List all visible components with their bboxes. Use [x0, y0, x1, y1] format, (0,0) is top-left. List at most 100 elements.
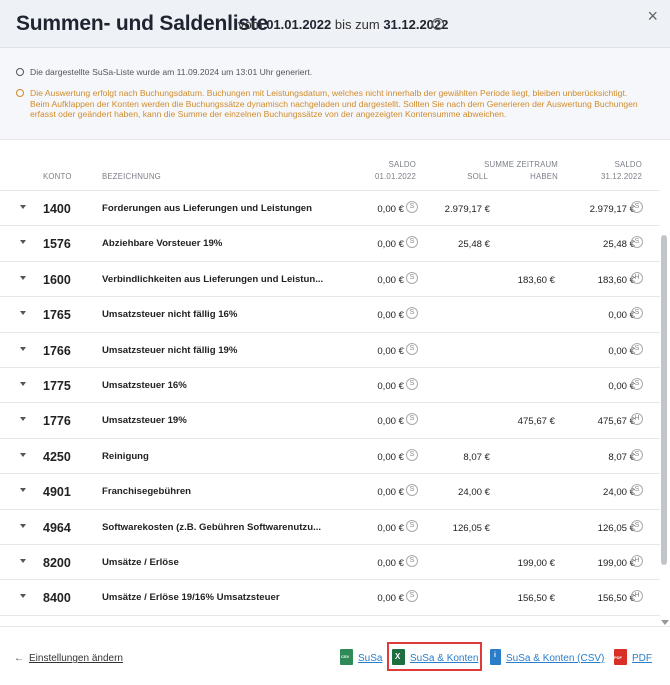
chevron-down-icon[interactable] [20, 381, 26, 386]
chevron-down-icon[interactable] [20, 594, 26, 599]
saldo-end: 199,00 € [597, 557, 635, 569]
saldo-start-badge: S [406, 590, 418, 603]
info-icon [16, 89, 24, 97]
chevron-down-icon[interactable] [20, 311, 26, 316]
table-row[interactable]: 1775 Umsatzsteuer 16% 0,00 € S 0,00 € S [0, 368, 660, 404]
account-number: 8200 [43, 555, 71, 570]
table-row[interactable]: 1576 Abziehbare Vorsteuer 19% 0,00 € S 25,48… [0, 226, 660, 262]
saldo-end-badge: S [631, 307, 643, 320]
export-susa-button[interactable]: SuSa [340, 649, 382, 665]
account-name: Franchisegebühren [102, 486, 192, 498]
saldo-start-badge: S [406, 448, 418, 461]
saldo-start: 0,00 € [377, 557, 404, 569]
col-konto: KONTO [43, 172, 72, 181]
account-number: 1576 [43, 237, 71, 252]
saldo-start-badge: S [406, 236, 418, 249]
account-name: Umsatzsteuer 16% [102, 379, 187, 391]
saldo-start-badge: S [406, 413, 418, 426]
saldo-start: 0,00 € [377, 416, 404, 428]
chevron-down-icon[interactable] [20, 205, 26, 209]
saldo-start-badge: S [406, 342, 418, 355]
saldo-start-badge: S [406, 307, 418, 320]
col-soll: SOLL [467, 172, 488, 181]
saldo-start: 0,00 € [377, 239, 404, 251]
chevron-down-icon[interactable] [20, 346, 26, 351]
info-panel: Die dargestellte SuSa-Liste wurde am 11.… [0, 48, 670, 140]
change-settings-link[interactable]: ← Einstellungen ändern [14, 653, 123, 664]
chevron-down-icon[interactable] [20, 523, 26, 528]
pdf-file-icon [614, 649, 627, 665]
account-number: 1775 [43, 378, 71, 393]
col-saldo-start-bottom: 01.01.2022 [374, 172, 416, 181]
account-name: Abziehbare Vorsteuer 19% [102, 238, 223, 250]
table-row[interactable]: 1600 Verbindlichkeiten aus Lieferungen un… [0, 262, 660, 298]
export-susa-konten-csv-button[interactable]: SuSa & Konten (CSV) [490, 649, 604, 665]
table-row[interactable]: 8200 Umsätze / Erlöse 0,00 € S 199,00 € 199,0… [0, 545, 660, 581]
saldo-end: 156,50 € [597, 593, 635, 605]
account-name: Umsatzsteuer 19% [102, 415, 187, 427]
saldo-start: 0,00 € [377, 380, 404, 392]
chevron-down-icon[interactable] [20, 488, 26, 493]
export-susa-konten-csv-label: SuSa & Konten (CSV) [506, 653, 605, 664]
account-number: 1400 [43, 202, 71, 216]
account-name: Verbindlichkeiten aus Lieferungen und Le… [102, 273, 324, 285]
generated-note: Die dargestellte SuSa-Liste wurde am 11.… [16, 67, 312, 78]
soll-value: 2.979,17 € [444, 204, 490, 215]
saldo-end-badge: S [631, 342, 643, 355]
close-icon[interactable]: × [647, 6, 658, 27]
account-name: Reinigung [102, 450, 149, 462]
export-susa-konten-label: SuSa & Konten [410, 653, 479, 664]
scroll-thumb[interactable] [661, 235, 667, 565]
account-number: 4901 [43, 485, 71, 500]
generated-text: Die dargestellte SuSa-Liste wurde am 11.… [30, 67, 313, 77]
saldo-start-badge: S [406, 271, 418, 284]
scroll-down-icon[interactable] [661, 620, 669, 625]
clock-icon [16, 68, 24, 76]
account-name: Umsätze / Erlöse 19/16% Umsatzsteuer [102, 592, 280, 604]
col-saldo-end-top: SALDO [614, 160, 642, 169]
dialog-footer: ← Einstellungen ändern SuSa SuSa & Konten… [0, 626, 670, 685]
account-name: Softwarekosten (z.B. Gebühren Softwarenu… [102, 521, 322, 533]
account-number: 1765 [43, 308, 71, 323]
csv-file-icon [340, 649, 353, 665]
saldo-end: 2.979,17 € [589, 204, 635, 215]
saldo-start-badge: S [406, 484, 418, 497]
export-pdf-button[interactable]: PDF [614, 649, 652, 665]
table-row[interactable]: 4964 Softwarekosten (z.B. Gebühren Softwa… [0, 510, 660, 545]
export-susa-label: SuSa [358, 653, 383, 664]
account-name: Umsatzsteuer nicht fällig 16% [102, 309, 238, 321]
account-number: 1766 [43, 343, 71, 358]
table-row[interactable]: 1765 Umsatzsteuer nicht fällig 16% 0,00 € S… [0, 297, 660, 333]
export-susa-konten-button[interactable]: SuSa & Konten [392, 649, 478, 665]
saldo-end: 183,60 € [597, 274, 635, 286]
account-number: 4964 [43, 520, 71, 535]
table-header: KONTO BEZEICHNUNG SALDO 01.01.2022 SUMME… [0, 155, 660, 187]
saldo-end-badge: S [631, 201, 643, 213]
saldo-end-badge: S [631, 236, 643, 249]
table-row[interactable]: 1766 Umsatzsteuer nicht fällig 19% 0,00 € S… [0, 333, 660, 368]
saldo-start-badge: S [406, 201, 418, 213]
table-row[interactable]: 8400 Umsätze / Erlöse 19/16% Umsatzsteuer… [0, 580, 660, 616]
table-row[interactable]: 4901 Franchisegebühren 0,00 € S 24,00 €24,00… [0, 474, 660, 510]
saldo-start: 0,00 € [377, 345, 404, 357]
excel-file-icon [392, 649, 405, 665]
chevron-down-icon[interactable] [20, 417, 26, 422]
saldo-start: 0,00 € [377, 310, 404, 322]
haben-value: 183,60 € [517, 274, 555, 286]
help-icon[interactable]: ? [432, 18, 444, 30]
chevron-down-icon[interactable] [20, 558, 26, 563]
chevron-down-icon[interactable] [20, 452, 26, 457]
table-row[interactable]: 4250 Reinigung 0,00 € S 8,07 €8,07 € S [0, 439, 660, 475]
table-row[interactable]: 1400 Forderungen aus Lieferungen und Leis… [0, 191, 660, 227]
chevron-down-icon[interactable] [20, 275, 26, 280]
dialog-header: Summen- und Saldenliste vom 01.01.2022 b… [0, 0, 670, 48]
saldo-start: 0,00 € [377, 274, 404, 286]
saldo-end-badge: S [631, 519, 643, 532]
table-row[interactable]: 1776 Umsatzsteuer 19% 0,00 € S 475,67 € 475,6… [0, 403, 660, 439]
change-settings-label: Einstellungen ändern [29, 653, 123, 664]
scrollbar[interactable] [660, 190, 670, 625]
saldo-end-badge: H [631, 590, 643, 603]
saldo-end: 475,67 € [597, 416, 635, 428]
chevron-down-icon[interactable] [20, 240, 26, 245]
saldo-start: 0,00 € [377, 451, 404, 463]
